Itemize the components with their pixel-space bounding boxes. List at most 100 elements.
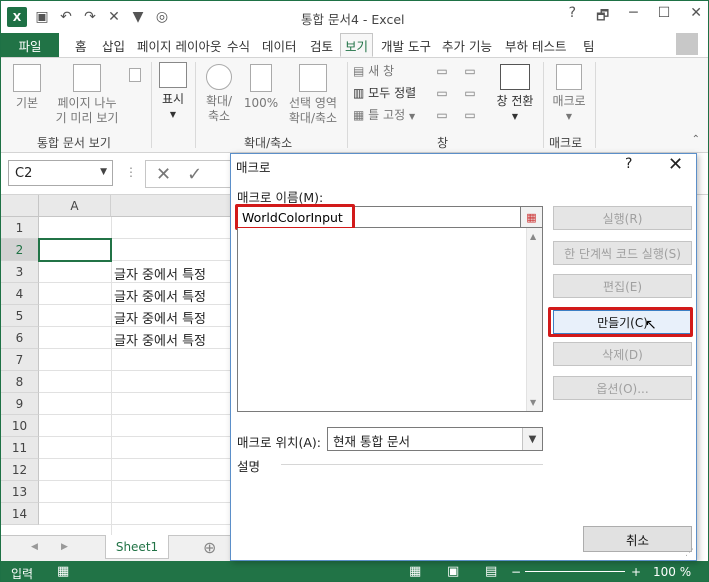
show-button[interactable]: 표시 ▼: [155, 62, 191, 122]
redo-icon[interactable]: ↷: [81, 8, 99, 26]
row-header[interactable]: 3: [1, 261, 39, 283]
resize-grip-icon[interactable]: ⋰: [685, 548, 694, 558]
close-window-icon[interactable]: ✕: [690, 5, 702, 29]
column-header-a[interactable]: A: [39, 195, 111, 217]
arrange-all-button[interactable]: ▥ 모두 정렬: [353, 86, 433, 101]
macro-list-scrollbar[interactable]: ▲ ▼: [526, 228, 542, 411]
tab-view[interactable]: 보기: [340, 33, 374, 57]
row-header[interactable]: 14: [1, 503, 39, 525]
row-header[interactable]: 9: [1, 393, 39, 415]
split-icon[interactable]: ▭: [433, 64, 451, 79]
dialog-close-icon[interactable]: ✕: [668, 154, 683, 175]
row-header[interactable]: 6: [1, 327, 39, 349]
save-icon[interactable]: ▣: [33, 8, 51, 26]
tab-review[interactable]: 검토: [306, 33, 337, 57]
zoom-level[interactable]: 100 %: [653, 565, 691, 579]
normal-view-status-icon[interactable]: ▦: [409, 564, 421, 579]
help-icon[interactable]: ?: [569, 5, 576, 29]
dialog-help-icon[interactable]: ?: [625, 156, 632, 172]
delete-button[interactable]: 삭제(D): [553, 342, 692, 366]
zoom-selection-button[interactable]: 선택 영역 확대/축소: [283, 64, 343, 126]
cell-b4[interactable]: 글자 중에서 특정: [114, 286, 230, 305]
maximize-icon[interactable]: ☐: [658, 5, 671, 29]
cancel-button[interactable]: 취소: [583, 526, 692, 552]
scroll-up-icon[interactable]: ▲: [530, 232, 536, 241]
undo-icon[interactable]: ↶: [57, 8, 75, 26]
page-break-status-icon[interactable]: ▤: [485, 564, 497, 579]
row-header[interactable]: 10: [1, 415, 39, 437]
collapse-ribbon-icon[interactable]: ⌃: [692, 134, 700, 145]
zoom-in-icon[interactable]: +: [631, 565, 641, 579]
tab-insert[interactable]: 삽입: [98, 33, 129, 57]
row-header[interactable]: 11: [1, 437, 39, 459]
zoom-100-button[interactable]: 100%: [243, 64, 279, 111]
hide-icon[interactable]: ▭: [433, 86, 451, 101]
run-button[interactable]: 실행(R): [553, 206, 692, 230]
ref-edit-icon[interactable]: ▦: [521, 206, 543, 228]
macro-button[interactable]: 매크로 ▼: [547, 64, 591, 124]
switch-windows-button[interactable]: 창 전환 ▼: [489, 64, 541, 124]
side-by-side-icon[interactable]: ▭: [461, 64, 479, 79]
minimize-icon[interactable]: ─: [629, 5, 637, 29]
grid-line: [39, 458, 231, 459]
zoom-button[interactable]: 확대/ 축소: [199, 64, 239, 124]
grid-line: [39, 414, 231, 415]
sync-scroll-icon[interactable]: ▭: [461, 86, 479, 101]
tab-page-layout[interactable]: 페이지 레이아웃: [133, 33, 225, 57]
reset-position-icon[interactable]: ▭: [461, 108, 479, 123]
chevron-down-icon[interactable]: ▼: [522, 428, 542, 450]
page-layout-view-icon[interactable]: [125, 68, 145, 86]
scroll-left-icon[interactable]: ◀: [31, 542, 38, 552]
macro-location-select[interactable]: 현재 통합 문서 ▼: [327, 427, 543, 451]
macro-list[interactable]: ▲ ▼: [237, 228, 543, 412]
select-all-corner[interactable]: [1, 195, 39, 217]
zoom-slider[interactable]: [525, 571, 625, 572]
sheet-tab[interactable]: Sheet1: [105, 535, 169, 559]
freeze-panes-button[interactable]: ▦ 틀 고정 ▼: [353, 108, 433, 124]
row-header[interactable]: 13: [1, 481, 39, 503]
record-icon[interactable]: ◎: [153, 8, 171, 26]
edit-button[interactable]: 편집(E): [553, 274, 692, 298]
tab-team[interactable]: 팀: [579, 33, 599, 57]
scroll-down-icon[interactable]: ▼: [530, 398, 536, 407]
ribbon-display-icon[interactable]: 🗗: [596, 5, 609, 29]
tab-developer[interactable]: 개발 도구: [377, 33, 435, 57]
column-header-b[interactable]: [111, 195, 231, 217]
cell-b3[interactable]: 글자 중에서 특정: [114, 264, 230, 283]
selected-cell[interactable]: [38, 238, 112, 262]
tab-data[interactable]: 데이터: [258, 33, 301, 57]
normal-view-button[interactable]: 기본: [9, 64, 45, 111]
row-header[interactable]: 8: [1, 371, 39, 393]
tab-load-test[interactable]: 부하 테스트: [501, 33, 570, 57]
row-header[interactable]: 12: [1, 459, 39, 481]
row-header[interactable]: 2: [1, 239, 39, 261]
tab-home[interactable]: 홈: [71, 33, 91, 57]
cell-b6[interactable]: 글자 중에서 특정: [114, 330, 230, 349]
step-into-button[interactable]: 한 단계씩 코드 실행(S): [553, 241, 692, 265]
close-icon[interactable]: ✕: [105, 8, 123, 26]
unhide-icon[interactable]: ▭: [433, 108, 451, 123]
filter-icon[interactable]: ▼: [129, 8, 147, 26]
row-header[interactable]: 4: [1, 283, 39, 305]
options-button[interactable]: 옵션(O)...: [553, 376, 692, 400]
user-avatar-icon[interactable]: [676, 33, 698, 55]
row-header[interactable]: 7: [1, 349, 39, 371]
new-window-button[interactable]: ▤ 새 창: [353, 64, 433, 79]
enter-icon[interactable]: ✓: [187, 164, 202, 185]
row-header[interactable]: 1: [1, 217, 39, 239]
macro-record-icon[interactable]: ▦: [57, 564, 69, 579]
cell-b5[interactable]: 글자 중에서 특정: [114, 308, 230, 327]
page-layout-status-icon[interactable]: ▣: [447, 564, 459, 579]
scroll-right-icon[interactable]: ▶: [61, 542, 68, 552]
row-header[interactable]: 5: [1, 305, 39, 327]
cancel-icon[interactable]: ✕: [156, 164, 171, 185]
tab-file[interactable]: 파일: [1, 33, 59, 57]
page-icon: [129, 68, 141, 82]
zoom-out-icon[interactable]: −: [511, 565, 521, 579]
page-break-preview-button[interactable]: 페이지 나누 기 미리 보기: [51, 64, 123, 126]
chevron-down-icon[interactable]: ▼: [100, 167, 107, 177]
name-box[interactable]: C2 ▼: [8, 160, 113, 186]
add-sheet-icon[interactable]: ⊕: [203, 538, 216, 557]
tab-addins[interactable]: 추가 기능: [438, 33, 496, 57]
tab-formulas[interactable]: 수식: [223, 33, 254, 57]
